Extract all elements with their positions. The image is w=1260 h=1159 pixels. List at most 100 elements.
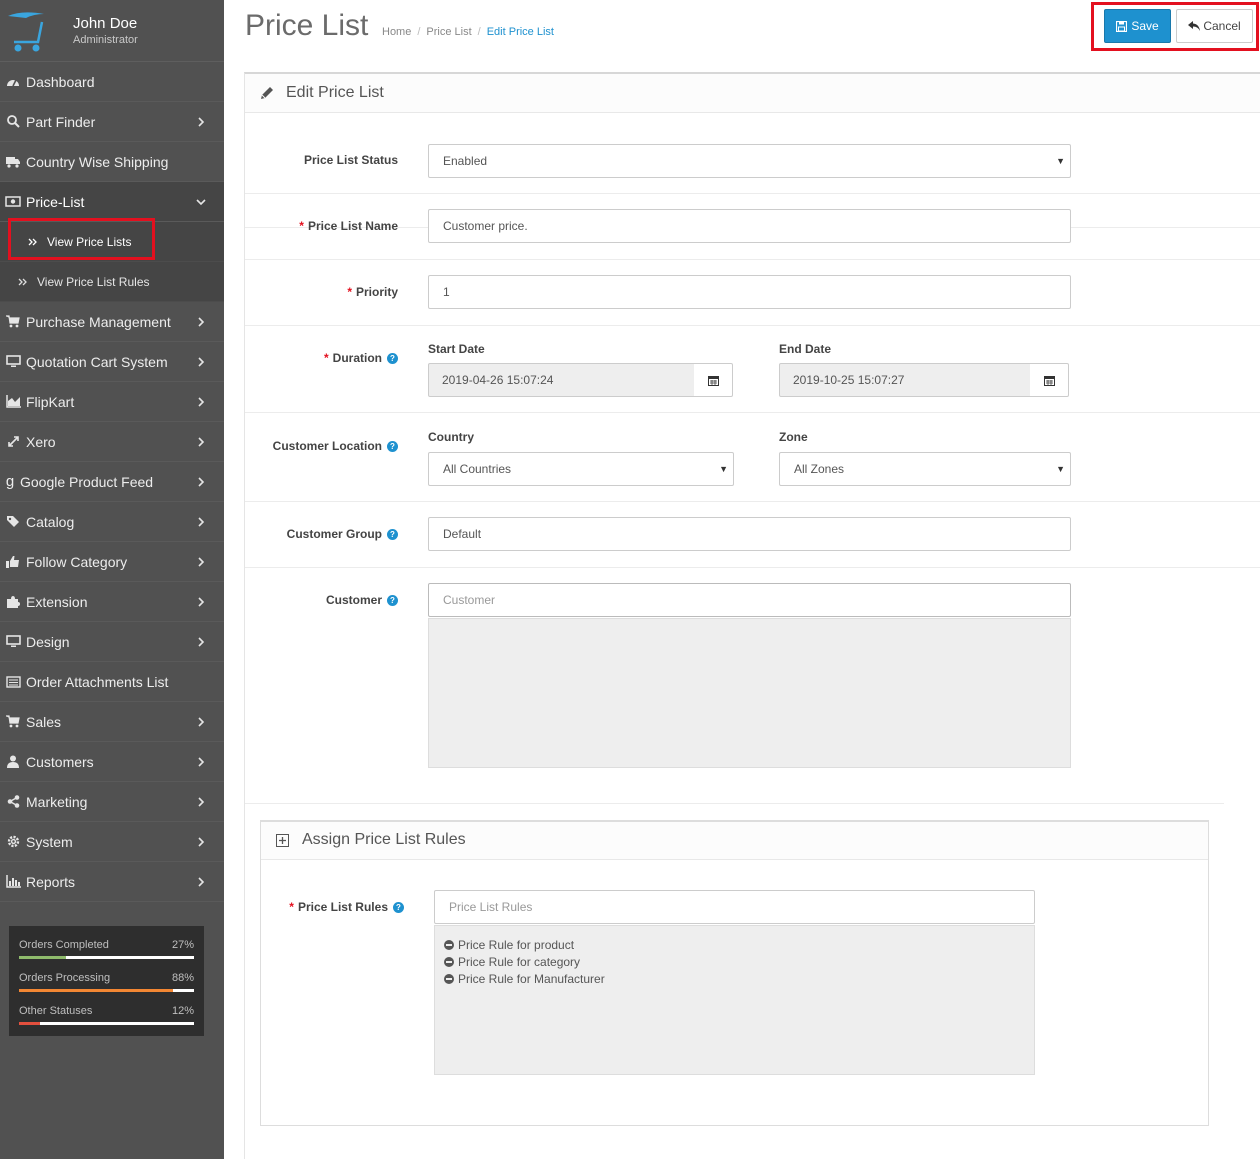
chevron-right-icon: [198, 837, 205, 847]
stat-label: Orders Processing: [19, 972, 111, 984]
required-asterisk: *: [299, 219, 304, 233]
floppy-disk-icon: [1116, 20, 1128, 32]
end-date-input[interactable]: 2019-10-25 15:07:27: [779, 363, 1031, 397]
stat-percent: 12%: [171, 1005, 194, 1017]
breadcrumb-edit-price-list[interactable]: Edit Price List: [487, 26, 554, 38]
caret-down-icon: ▼: [1056, 156, 1065, 166]
sidebar-item-label: Reports: [26, 873, 76, 890]
sidebar-subitem-view-price-list-rules[interactable]: View Price List Rules: [0, 262, 224, 302]
area-chart-icon: [0, 395, 26, 408]
chevron-right-icon: [198, 637, 205, 647]
sidebar-item-follow-category[interactable]: Follow Category: [0, 542, 224, 582]
sidebar-item-reports[interactable]: Reports: [0, 862, 224, 902]
customer-group-input[interactable]: Default: [428, 517, 1071, 551]
panel-title: Edit Price List: [286, 84, 384, 101]
priority-label: * Priority: [347, 285, 398, 299]
country-select[interactable]: All Countries ▼: [428, 452, 734, 486]
stat-percent: 27%: [171, 939, 194, 951]
zone-select[interactable]: All Zones ▼: [779, 452, 1071, 486]
chevron-right-icon: [198, 757, 205, 767]
sidebar-item-part-finder[interactable]: Part Finder: [0, 102, 224, 142]
start-date-input[interactable]: 2019-04-26 15:07:24: [428, 363, 695, 397]
row-divider: [245, 803, 1224, 804]
pencil-icon: [261, 87, 273, 99]
sidebar-item-marketing[interactable]: Marketing: [0, 782, 224, 822]
sidebar-item-order-attachments-list[interactable]: Order Attachments List: [0, 662, 224, 702]
cart-logo-icon: [8, 12, 44, 52]
sidebar-subitem-label: View Price Lists: [47, 234, 132, 249]
country-value: All Countries: [443, 462, 512, 476]
user-role: Administrator: [73, 34, 138, 46]
breadcrumb-price-list[interactable]: Price List: [426, 26, 471, 38]
sidebar-item-google-product-feed[interactable]: g Google Product Feed: [0, 462, 224, 502]
start-date-calendar-button[interactable]: [694, 363, 733, 397]
sidebar-item-sales[interactable]: Sales: [0, 702, 224, 742]
customer-group-label: Customer Group?: [287, 527, 398, 541]
sidebar-item-design[interactable]: Design: [0, 622, 224, 662]
user-profile: John Doe Administrator: [0, 0, 224, 62]
double-chevron-right-icon: [18, 277, 32, 287]
google-icon: g: [5, 473, 15, 490]
page-title: Price List: [245, 9, 369, 42]
sidebar-item-label: Dashboard: [26, 73, 95, 90]
sidebar-item-label: Follow Category: [26, 553, 128, 570]
stat-progress-bar: [19, 989, 194, 992]
status-select[interactable]: Enabled ▼: [428, 144, 1071, 178]
help-icon[interactable]: ?: [393, 901, 404, 913]
remove-circle-icon[interactable]: [444, 956, 454, 967]
customer-input[interactable]: Customer: [428, 583, 1071, 617]
label-text: Priority: [355, 285, 398, 299]
breadcrumb-separator: /: [477, 26, 481, 38]
caret-down-icon: ▼: [1056, 464, 1065, 474]
breadcrumb-home[interactable]: Home: [382, 26, 411, 38]
sidebar-item-flipkart[interactable]: FlipKart: [0, 382, 224, 422]
price-list-name-input[interactable]: Customer price.: [428, 209, 1071, 243]
sidebar-item-label: FlipKart: [26, 393, 75, 410]
plus-square-icon: [276, 834, 289, 847]
input-placeholder: Customer: [443, 593, 496, 607]
sidebar-item-purchase-management[interactable]: Purchase Management: [0, 302, 224, 342]
price-list-rules-input[interactable]: Price List Rules: [434, 890, 1035, 924]
label-text: Customer Location: [272, 439, 382, 453]
chevron-right-icon: [198, 117, 205, 127]
sidebar-item-price-list[interactable]: Price-List: [0, 182, 224, 222]
label-text: Customer: [325, 593, 382, 607]
tags-icon: [0, 515, 26, 528]
end-date-calendar-button[interactable]: [1030, 363, 1069, 397]
required-asterisk: *: [289, 900, 294, 914]
puzzle-icon: [0, 595, 26, 608]
zone-label: Zone: [779, 430, 808, 444]
chevron-right-icon: [198, 437, 205, 447]
sidebar-item-quotation-cart-system[interactable]: Quotation Cart System: [0, 342, 224, 382]
rules-panel-heading[interactable]: Assign Price List Rules: [261, 822, 1208, 860]
help-icon[interactable]: ?: [387, 440, 398, 452]
sidebar-item-xero[interactable]: Xero: [0, 422, 224, 462]
remove-circle-icon[interactable]: [444, 973, 454, 984]
sidebar-item-system[interactable]: System: [0, 822, 224, 862]
sidebar-item-dashboard[interactable]: Dashboard: [0, 62, 224, 102]
input-value: 1: [443, 285, 450, 299]
help-icon[interactable]: ?: [387, 594, 398, 606]
name-label: * Price List Name: [299, 219, 398, 233]
remove-circle-icon[interactable]: [444, 939, 454, 950]
help-icon[interactable]: ?: [387, 528, 398, 540]
reply-icon: [1188, 21, 1201, 31]
sidebar-subitem-view-price-lists[interactable]: View Price Lists: [0, 222, 224, 262]
priority-input[interactable]: 1: [428, 275, 1071, 309]
sidebar-item-country-wise-shipping[interactable]: Country Wise Shipping: [0, 142, 224, 182]
sidebar-item-label: Purchase Management: [26, 313, 171, 330]
required-asterisk: *: [323, 351, 329, 365]
help-icon[interactable]: ?: [387, 352, 398, 364]
sidebar-item-catalog[interactable]: Catalog: [0, 502, 224, 542]
sidebar-item-extension[interactable]: Extension: [0, 582, 224, 622]
customer-list-well[interactable]: [428, 618, 1071, 768]
sidebar-item-label: Customers: [26, 753, 94, 770]
cancel-button[interactable]: Cancel: [1176, 9, 1253, 43]
sidebar-item-customers[interactable]: Customers: [0, 742, 224, 782]
sidebar-item-label: Design: [26, 633, 70, 650]
chevron-right-icon: [198, 797, 205, 807]
save-button[interactable]: Save: [1104, 9, 1171, 43]
save-button-label: Save: [1131, 19, 1159, 33]
list-icon: [0, 675, 26, 688]
input-placeholder: Price List Rules: [449, 900, 533, 914]
